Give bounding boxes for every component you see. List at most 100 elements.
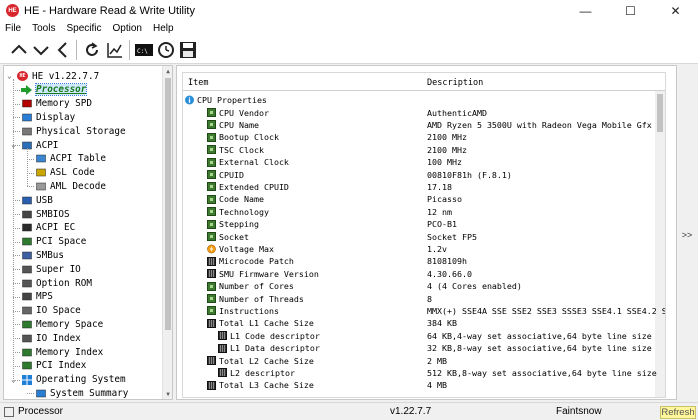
cpu-chip-icon [207, 169, 216, 179]
tree-scroll-thumb[interactable] [165, 78, 171, 330]
column-header-item[interactable]: Item [188, 78, 208, 88]
tree-item-label: Physical Storage [36, 125, 126, 137]
tree-item-operating-system[interactable]: Operating System [21, 373, 126, 387]
tree-connector-line [27, 172, 34, 174]
property-row[interactable]: Number of Threads 8 [183, 292, 665, 304]
property-row[interactable]: SMU Firmware Version 4.30.66.0 [183, 268, 665, 280]
property-row[interactable]: Socket Socket FP5 [183, 230, 665, 242]
save-icon[interactable] [178, 39, 198, 61]
tree-item-processor[interactable]: Processor [21, 83, 88, 97]
expand-more-button[interactable]: >> [678, 228, 696, 242]
minimize-button[interactable]: — [563, 0, 608, 21]
property-row[interactable]: Voltage Max 1.2v [183, 243, 665, 255]
close-button[interactable]: ✕ [653, 0, 698, 21]
up-arrow-icon[interactable] [9, 39, 29, 61]
property-row[interactable]: Number of Cores 4 (4 Cores enabled) [183, 280, 665, 292]
tree-item-acpi-table[interactable]: ACPI Table [35, 152, 106, 166]
tree-item-label: Memory SPD [36, 98, 92, 110]
menu-specific[interactable]: Specific [61, 23, 107, 34]
menu-help[interactable]: Help [148, 23, 180, 34]
property-row[interactable]: Instructions MMX(+) SSE4A SSE SSE2 SSE3 S… [183, 305, 665, 317]
property-row[interactable]: Code Name Picasso [183, 193, 665, 205]
tree-item-system-summary[interactable]: System Summary [35, 386, 128, 399]
tree-item-pci-index[interactable]: PCI Index [21, 359, 86, 373]
property-row[interactable]: CPU Properties [183, 94, 665, 106]
property-value: 8 [427, 293, 432, 304]
property-name: Number of Threads [219, 293, 304, 304]
property-row[interactable]: CPUID 00810F81h (F.8.1) [183, 168, 665, 180]
maximize-button[interactable]: ☐ [608, 0, 653, 21]
property-row[interactable]: Bootup Clock 2100 MHz [183, 131, 665, 143]
refresh-button[interactable]: Refresh [660, 406, 696, 419]
property-row[interactable]: CPU Vendor AuthenticAMD [183, 106, 665, 118]
property-row[interactable]: External Clock 100 MHz [183, 156, 665, 168]
property-row[interactable]: Microcode Patch 8108109h [183, 255, 665, 267]
tree-item-usb[interactable]: USB [21, 193, 53, 207]
scroll-down-icon[interactable]: ▼ [163, 389, 172, 399]
property-row[interactable]: L1 Data descriptor 32 KB,8-way set associ… [183, 342, 665, 354]
tree-connector-line [13, 310, 20, 312]
property-row[interactable]: L1 Code descriptor 64 KB,4-way set associ… [183, 330, 665, 342]
property-value: 4 MB [427, 380, 447, 391]
properties-grid[interactable]: Item Description CPU Properties CPU Vendo… [182, 72, 666, 398]
property-row[interactable]: CPU Name AMD Ryzen 5 3500U with Radeon Ve… [183, 119, 665, 131]
cpu-chip-icon [207, 132, 216, 142]
tree-scrollbar[interactable]: ▲ ▼ [162, 66, 172, 399]
tree-item-mps[interactable]: MPS [21, 290, 53, 304]
tree-item-display[interactable]: Display [21, 110, 75, 124]
property-row[interactable]: TSC Clock 2100 MHz [183, 144, 665, 156]
property-row[interactable]: Extended CPUID 17.18 [183, 181, 665, 193]
scroll-up-icon[interactable]: ▲ [163, 66, 172, 76]
tree-item-aml-decode[interactable]: AML Decode [35, 179, 106, 193]
windows-icon [21, 374, 32, 385]
tree-item-he-v1-22-7-7[interactable]: HE HE v1.22.7.7 [17, 69, 99, 83]
property-name: CPU Vendor [219, 107, 269, 118]
tree-item-smbios[interactable]: SMBIOS [21, 207, 70, 221]
tree-item-memory-spd[interactable]: Memory SPD [21, 97, 92, 111]
hardware-tree[interactable]: ▲ ▼ HE HE v1.22.7.7 ⌄ Processor Memory SPD Di… [3, 65, 173, 400]
tree-item-super-io[interactable]: Super IO [21, 262, 81, 276]
property-name: L1 Code descriptor [230, 330, 320, 341]
tree-item-io-space[interactable]: IO Space [21, 304, 81, 318]
refresh-icon[interactable] [82, 39, 102, 61]
property-name: Bootup Clock [219, 132, 279, 143]
property-row[interactable]: Technology 12 nm [183, 206, 665, 218]
property-name: SMU Firmware Version [219, 268, 319, 279]
property-row[interactable]: Stepping PCO-B1 [183, 218, 665, 230]
property-value: 100 MHz [427, 157, 462, 168]
property-row[interactable]: Total L2 Cache Size 2 MB [183, 354, 665, 366]
tree-item-label: Option ROM [36, 277, 92, 289]
property-row[interactable]: Total L1 Cache Size 384 KB [183, 317, 665, 329]
chart-icon[interactable] [105, 39, 125, 61]
down-arrow-icon[interactable] [31, 39, 51, 61]
tree-item-memory-space[interactable]: Memory Space [21, 317, 103, 331]
clock-icon[interactable] [156, 39, 176, 61]
tree-item-io-index[interactable]: IO Index [21, 331, 81, 345]
cpu-chip-icon [207, 281, 216, 291]
property-row[interactable]: Total L3 Cache Size 4 MB [183, 379, 665, 391]
decode-icon [35, 181, 46, 191]
tree-item-acpi-ec[interactable]: ACPI EC [21, 221, 75, 235]
tree-item-asl-code[interactable]: ASL Code [35, 166, 95, 180]
menu-file[interactable]: File [0, 23, 27, 34]
tree-item-physical-storage[interactable]: Physical Storage [21, 124, 126, 138]
expander-chevron-icon[interactable]: ⌄ [7, 71, 12, 80]
tree-connector-line [13, 103, 20, 105]
menu-option[interactable]: Option [108, 23, 148, 34]
property-value: 4.30.66.0 [427, 268, 472, 279]
property-row[interactable]: L2 descriptor 512 KB,8-way set associativ… [183, 367, 665, 379]
io-index-icon [21, 333, 32, 343]
terminal-icon[interactable]: C:\ [134, 39, 154, 61]
tree-item-option-rom[interactable]: Option ROM [21, 276, 92, 290]
tree-item-memory-index[interactable]: Memory Index [21, 345, 103, 359]
pci-icon [21, 237, 32, 247]
tree-connector-line [13, 255, 20, 257]
property-name: Total L3 Cache Size [219, 380, 314, 391]
menu-tools[interactable]: Tools [27, 23, 61, 34]
column-header-description[interactable]: Description [427, 78, 483, 88]
tree-item-pci-space[interactable]: PCI Space [21, 235, 86, 249]
property-name: CPUID [219, 169, 244, 180]
tree-item-label: Memory Space [36, 318, 104, 330]
back-arrow-icon[interactable] [53, 39, 73, 61]
tree-item-smbus[interactable]: SMBus [21, 248, 64, 262]
